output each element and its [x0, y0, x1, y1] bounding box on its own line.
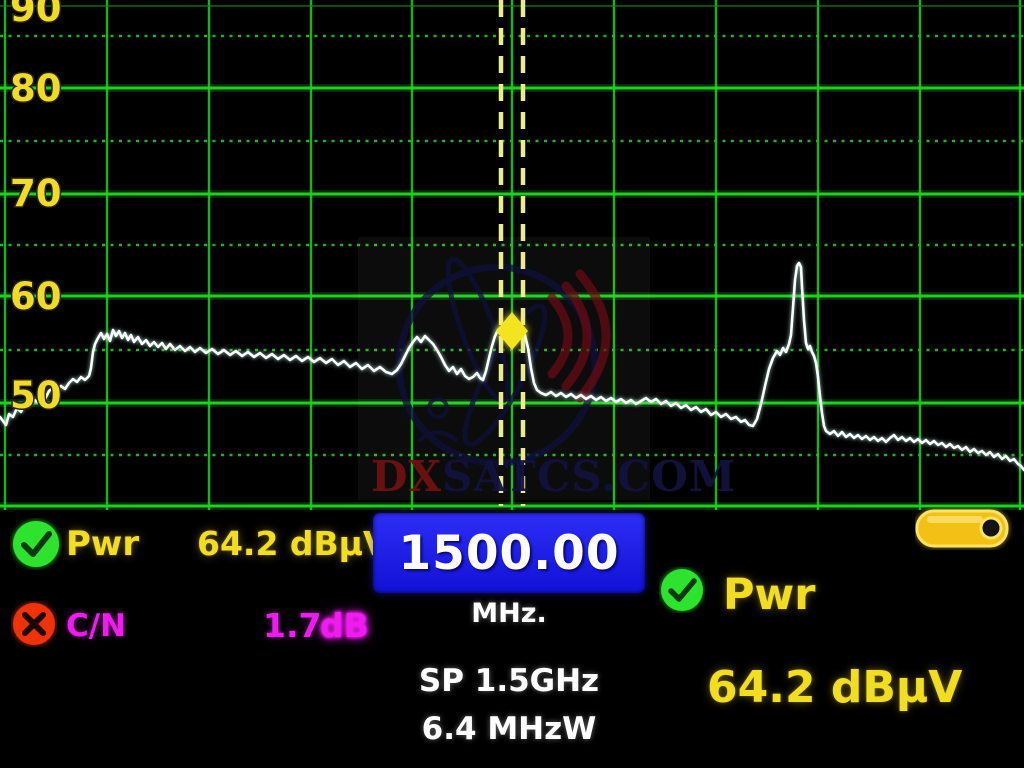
frequency-unit: MHz. [373, 598, 645, 629]
spectrum-plot: 90 80 70 60 50 DXSATCS.COM [0, 0, 1024, 510]
cn-unit: dB [320, 606, 369, 645]
pwr-right-label: Pwr [723, 570, 815, 620]
y-axis-label: 80 [10, 67, 62, 110]
y-axis-labels: 90 80 70 60 50 [10, 0, 62, 417]
pwr-right-ok-check-icon [659, 567, 705, 613]
pwr-ok-check-icon [10, 518, 62, 570]
y-axis-label: 70 [10, 172, 62, 215]
y-axis-label: 90 [10, 0, 62, 30]
y-axis-label: 60 [10, 275, 62, 318]
pwr-right-value: 64.2 dBμV [707, 662, 962, 713]
pwr-value: 64.2 dBμV [197, 524, 389, 563]
battery-icon [915, 508, 1015, 550]
frequency-value: 1500.00 [398, 526, 619, 581]
span-readout: SP 1.5GHz [373, 663, 645, 699]
pwr-label: Pwr [66, 524, 139, 564]
frequency-input-box[interactable]: 1500.00 [373, 513, 645, 593]
y-axis-label: 50 [10, 374, 62, 417]
cn-label: C/N [66, 608, 126, 644]
watermark-text: DXSATCS.COM [371, 452, 736, 501]
cn-value: 1.7 [263, 606, 321, 645]
bandwidth-readout: 6.4 MHzW [373, 711, 645, 747]
spectrum-analyzer-screen: 90 80 70 60 50 DXSATCS.COM Pwr 64.2 dBμV 150… [0, 0, 1024, 768]
watermark-text-dx: DX [371, 452, 442, 501]
cn-fail-x-icon [11, 601, 57, 647]
watermark-text-rest: SATCS.COM [442, 452, 736, 501]
